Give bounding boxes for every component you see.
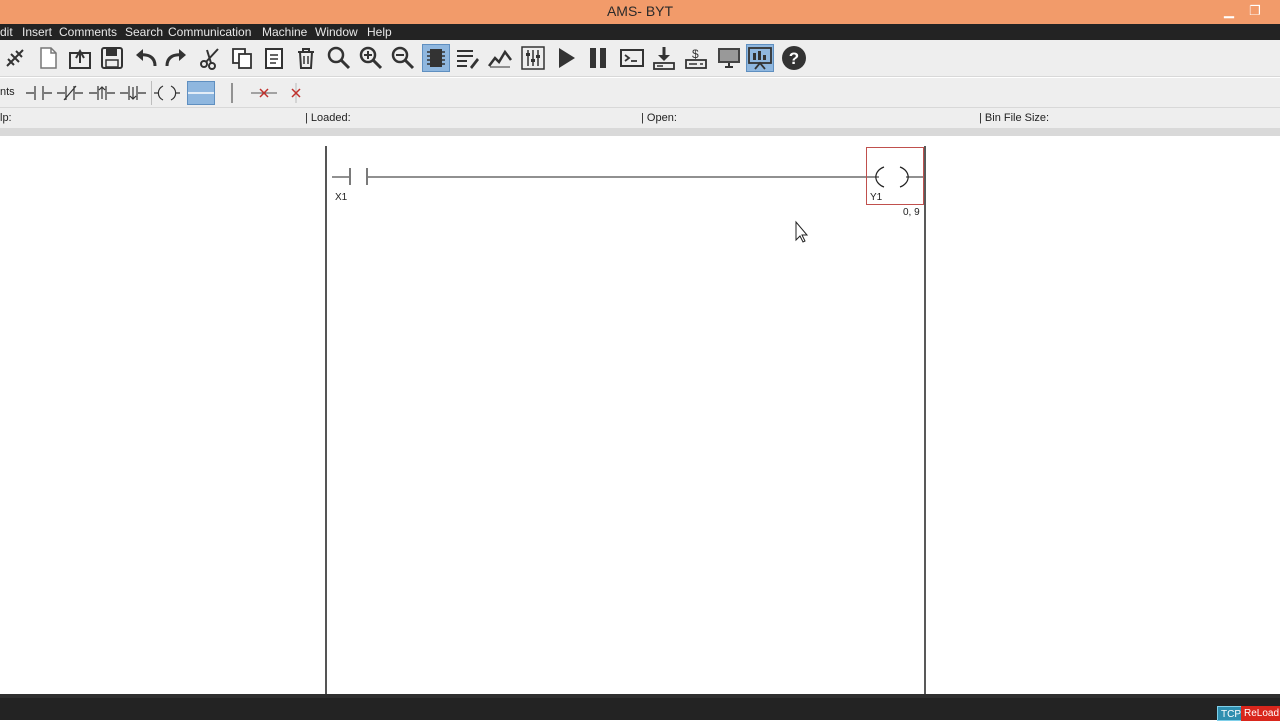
cursor-position: 0, 9: [903, 207, 920, 218]
menu-comments[interactable]: Comments: [59, 24, 117, 40]
reload-button[interactable]: ReLoad: [1241, 706, 1280, 721]
list-edit-icon[interactable]: [454, 44, 482, 72]
cut-icon[interactable]: [196, 44, 224, 72]
ladder-canvas[interactable]: X1 Y1 0, 9: [0, 136, 1280, 694]
status-bin-file-size: | Bin File Size:: [979, 112, 1050, 124]
svg-text:?: ?: [789, 49, 799, 68]
no-contact-icon[interactable]: [25, 81, 53, 105]
zoom-in-icon[interactable]: [357, 44, 385, 72]
main-toolbar: $ ?: [0, 40, 1280, 77]
minimize-button[interactable]: ▁: [1219, 2, 1239, 20]
zoom-out-icon[interactable]: [389, 44, 417, 72]
menu-search[interactable]: Search: [125, 24, 163, 40]
open-file-icon[interactable]: [66, 44, 94, 72]
menu-edit[interactable]: dit: [0, 24, 13, 40]
download-icon[interactable]: [650, 44, 678, 72]
coil-icon[interactable]: [153, 81, 181, 105]
new-file-icon[interactable]: [34, 44, 62, 72]
contact-label: X1: [335, 192, 348, 203]
menu-machine[interactable]: Machine: [262, 24, 307, 40]
connect-icon[interactable]: [1, 44, 29, 72]
delete-icon[interactable]: [292, 44, 320, 72]
save-icon[interactable]: [98, 44, 126, 72]
chip-icon[interactable]: [422, 44, 450, 72]
pause-icon[interactable]: [584, 44, 612, 72]
copy-icon[interactable]: [228, 44, 256, 72]
bottom-status-bar: TCP ReLoad: [0, 694, 1280, 721]
menu-window[interactable]: Window: [315, 24, 358, 40]
delete-vertical-icon[interactable]: [282, 81, 310, 105]
search-icon[interactable]: [325, 44, 353, 72]
svg-text:$: $: [692, 47, 699, 61]
toolbar-separator: [151, 81, 152, 105]
divider-bar: [0, 128, 1280, 136]
coil-label: Y1: [870, 192, 883, 203]
signal-icon[interactable]: [486, 44, 514, 72]
status-p: lp:: [0, 112, 12, 124]
terminal-icon[interactable]: [618, 44, 646, 72]
redo-icon[interactable]: [162, 44, 190, 72]
restore-button[interactable]: ❐: [1245, 2, 1265, 20]
nc-contact-icon[interactable]: [56, 81, 84, 105]
mouse-cursor-icon: [795, 220, 809, 243]
status-open: | Open:: [641, 112, 677, 124]
undo-icon[interactable]: [132, 44, 160, 72]
status-line: lp: | Loaded: | Open: | Bin File Size:: [0, 108, 1280, 128]
menu-communication[interactable]: Communication: [168, 24, 251, 40]
presentation-icon[interactable]: [746, 44, 774, 72]
upload-icon[interactable]: $: [682, 44, 710, 72]
sliders-icon[interactable]: [519, 44, 547, 72]
menu-insert[interactable]: Insert: [22, 24, 52, 40]
window-title: AMS- BYT: [606, 3, 674, 19]
ladder-diagram[interactable]: X1 Y1 0, 9: [0, 136, 1280, 694]
element-toolbar: nts: [0, 78, 1280, 108]
vertical-line-icon[interactable]: [218, 81, 246, 105]
status-loaded: | Loaded:: [305, 112, 351, 124]
title-bar: AMS- BYT ▁ ❐: [0, 0, 1280, 24]
menu-bar: dit Insert Comments Search Communication…: [0, 24, 1280, 40]
rising-edge-contact-icon[interactable]: [88, 81, 116, 105]
help-icon[interactable]: ?: [780, 44, 808, 72]
falling-edge-contact-icon[interactable]: [119, 81, 147, 105]
delete-horizontal-icon[interactable]: [250, 81, 278, 105]
menu-help[interactable]: Help: [367, 24, 392, 40]
horizontal-line-icon[interactable]: [187, 81, 215, 105]
monitor-icon[interactable]: [715, 44, 743, 72]
element-toolbar-label: nts: [0, 86, 15, 98]
run-icon[interactable]: [552, 44, 580, 72]
paste-icon[interactable]: [260, 44, 288, 72]
